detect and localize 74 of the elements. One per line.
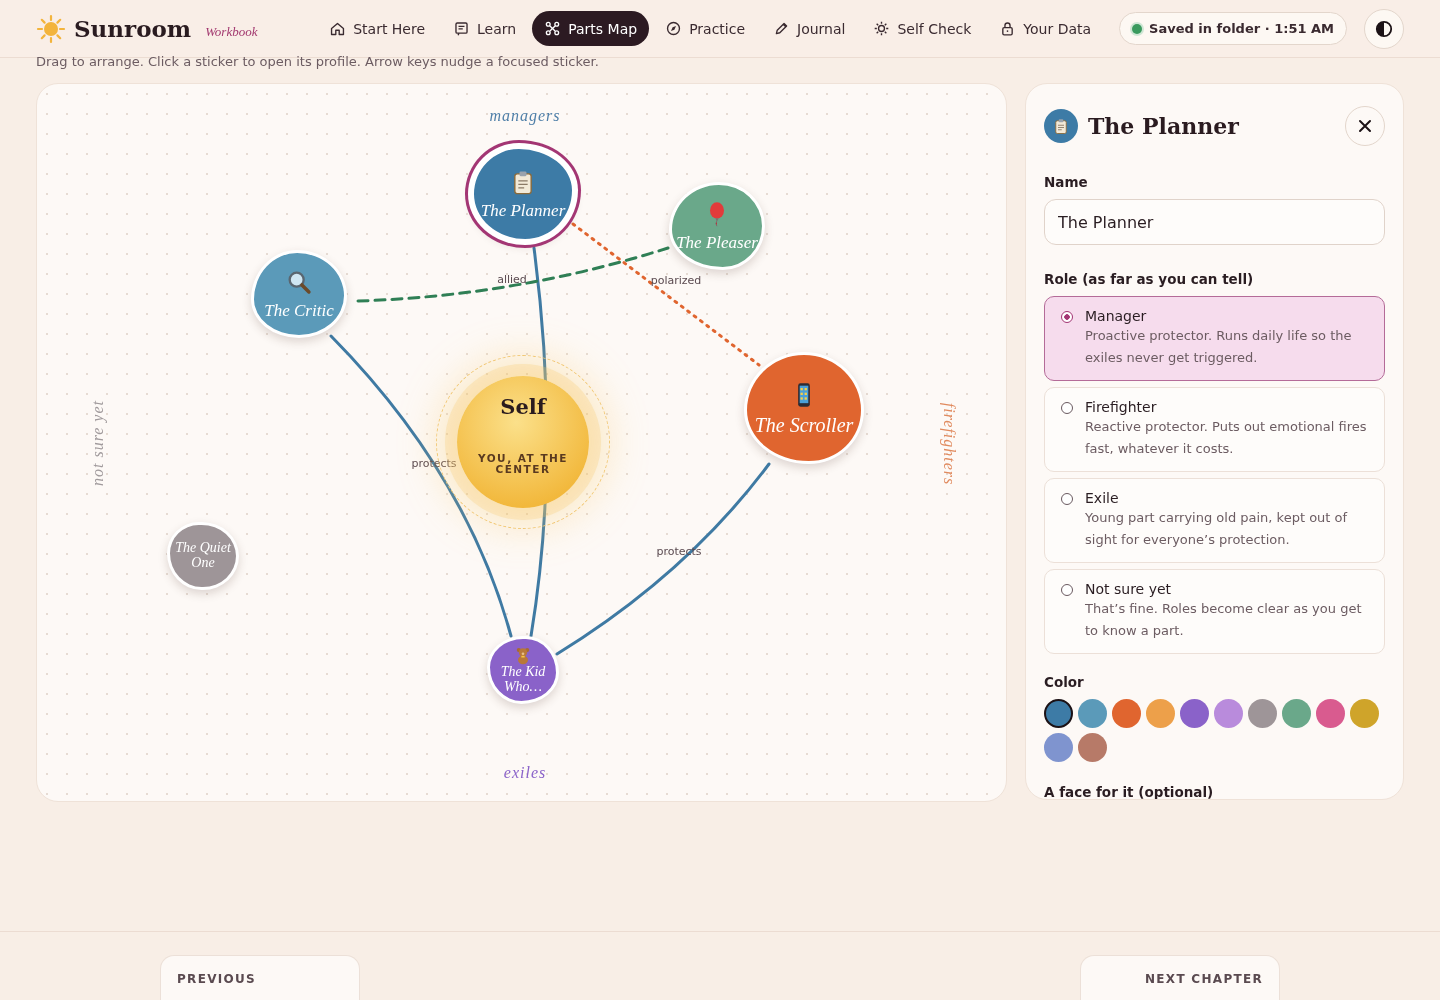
contrast-icon [1375,19,1393,38]
name-input-field[interactable]: The Planner [1044,199,1385,245]
part-name: The Kid Who… [499,665,547,695]
part-name: The Critic [264,302,334,320]
graph-icon [544,20,562,37]
color-swatch[interactable] [1112,699,1141,728]
self-subtitle: YOU, AT THE CENTER [476,453,570,475]
part-name: The Scroller [754,414,854,436]
color-swatch[interactable] [1078,699,1107,728]
color-swatch[interactable] [1214,699,1243,728]
clipboard-icon [1052,117,1070,135]
color-swatch[interactable] [1282,699,1311,728]
color-swatch[interactable] [1044,733,1073,762]
radio-button[interactable] [1061,584,1073,596]
status-dot [1132,23,1143,34]
color-swatch[interactable] [1146,699,1175,728]
nav-tab[interactable]: Learn [441,11,529,46]
close-icon [1358,119,1372,133]
brand-subtitle: Workbook [205,23,258,40]
zone-label: exiles [503,764,547,782]
role-title: Manager [1085,308,1148,324]
part-name: The Planner [480,202,566,220]
panel-title: The Planner [1088,113,1239,139]
field-label: A face for it (optional) [1044,784,1215,799]
role-description: Reactive protector. Puts out emotional fires fast, whatever it costs. [1085,418,1368,458]
color-swatch[interactable] [1350,699,1379,728]
nav-tab[interactable]: Start Here [317,11,438,46]
part-name: The Pleaser [676,234,758,252]
role-option[interactable]: Not sure yet That’s fine. Roles become clear as you get to know a part. [1044,569,1385,654]
note-icon [453,20,471,37]
self-title: Self [500,394,546,419]
sun-icon [873,20,891,37]
nav-tab[interactable]: Self Check [861,11,984,46]
nav-tab[interactable]: Parts Map [532,11,650,46]
connection-label: polarized [650,273,702,287]
field-label: Role (as far as you can tell) [1044,271,1255,287]
compass-icon [665,20,683,37]
next-chapter-link[interactable]: NEXT CHAPTER [1080,955,1280,1000]
radio-button[interactable] [1061,311,1073,323]
role-title: Not sure yet [1085,581,1173,597]
zone-label: not sure yet [89,399,107,487]
zone-label: managers [489,107,561,125]
role-title: Exile [1085,490,1120,506]
color-swatch[interactable] [1316,699,1345,728]
color-swatch[interactable] [1180,699,1209,728]
hint-text: Drag to arrange. Click a sticker to open its profile. Arrow keys nudge a focused sticker. [36,56,600,71]
part-sticker[interactable]: The Kid Who… [487,636,559,704]
nav-tab[interactable]: Journal [761,11,858,46]
radio-button[interactable] [1061,493,1073,505]
nav-tab[interactable]: Practice [653,11,758,46]
radio-button[interactable] [1061,402,1073,414]
nav-tab[interactable]: Your Data [987,11,1104,46]
theme-toggle-button[interactable] [1364,8,1404,49]
previous-chapter-link[interactable]: PREVIOUS [160,955,360,1000]
connection-label: allied [497,272,527,286]
role-option[interactable]: Manager Proactive protector. Runs daily life so the exiles never get triggered. [1044,296,1385,381]
field-label: Color [1044,674,1085,690]
role-description: That’s fine. Roles become clear as you get to know a part. [1085,600,1363,640]
sun-logo-icon [36,13,66,44]
color-swatch[interactable] [1248,699,1277,728]
color-swatch[interactable] [1044,699,1073,728]
role-option[interactable]: Exile Young part carrying old pain, kept out of sight for everyone’s protection. [1044,478,1385,563]
role-description: Young part carrying old pain, kept out of sight for everyone’s protection. [1085,509,1349,549]
brand-name: Sunroom [74,15,192,42]
save-status-text: Saved in folder · 1:51 AM [1149,21,1334,36]
part-name: The Quiet One [174,541,232,571]
role-title: Firefighter [1085,399,1158,415]
close-button[interactable] [1345,106,1385,146]
house-icon [329,20,347,37]
role-description: Proactive protector. Runs daily life so the exiles never get triggered. [1085,327,1353,367]
field-label: Name [1044,174,1089,190]
role-option[interactable]: Firefighter Reactive protector. Puts out emotional fires fast, whatever it costs. [1044,387,1385,472]
zone-label: firefighters [940,402,958,486]
color-swatch[interactable] [1078,733,1107,762]
